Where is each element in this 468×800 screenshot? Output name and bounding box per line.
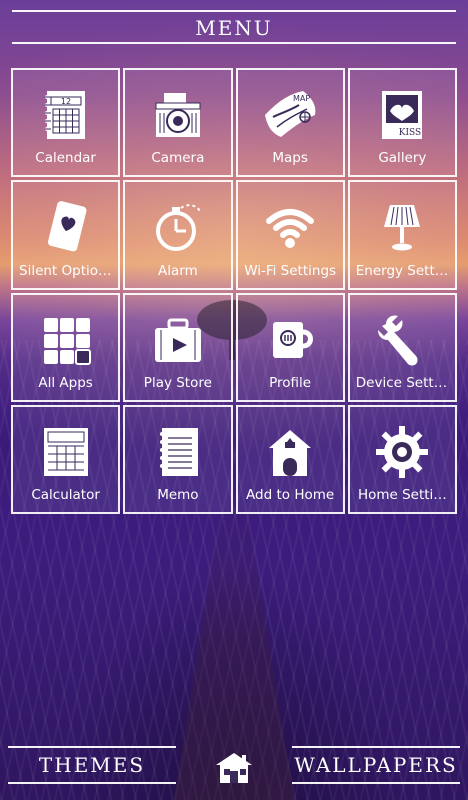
mug-icon [255,308,325,372]
tile-label: Calendar [35,150,96,167]
app-grid: 12 Calendar Camera MAP Maps KISS Gallery… [11,68,457,514]
menu-title: MENU [195,16,273,40]
tile-label: Camera [151,150,205,167]
tile-gallery[interactable]: KISS Gallery [347,68,457,178]
svg-text:MAP: MAP [293,94,310,103]
calendar-icon: 12 [31,83,101,147]
lamp-icon [367,195,437,259]
tile-maps[interactable]: MAP Maps [235,68,345,178]
tile-label: Alarm [158,262,198,279]
tile-camera[interactable]: Camera [123,68,233,178]
home-button[interactable] [211,748,257,788]
tile-home-settings[interactable]: Home Setti… [347,404,457,514]
tile-label: Calculator [31,487,100,503]
tile-add-to-home[interactable]: Add to Home [235,404,345,514]
photo-icon: KISS [367,83,437,147]
wifi-icon [255,195,325,259]
tile-all-apps[interactable]: All Apps [11,292,121,402]
tile-device-settings[interactable]: Device Setti… [347,292,457,402]
menu-top-line [12,10,456,12]
gear-icon [367,420,437,484]
tile-profile[interactable]: Profile [235,292,345,402]
notebook-icon [143,420,213,484]
calculator-icon [31,420,101,484]
wallpapers-bottom-line [292,782,460,784]
tile-label: Silent Options [19,262,113,279]
bottom-bar: THEMES WALLPAPERS [0,730,468,800]
tile-label: Home Setti… [357,487,447,503]
card-heart-icon [31,195,101,259]
apps-grid-icon [31,308,101,372]
stopwatch-icon [143,195,213,259]
tile-silent-options[interactable]: Silent Options [11,180,121,290]
suitcase-play-icon [143,308,213,372]
menu-header: MENU [0,0,468,54]
tile-label: Energy Setti… [355,262,449,279]
tile-calendar[interactable]: 12 Calendar [11,68,121,178]
tile-play-store[interactable]: Play Store [123,292,233,402]
tile-calculator[interactable]: Calculator [11,404,121,514]
house-icon [255,420,325,484]
tile-label: Device Setti… [355,374,449,391]
tile-label: Add to Home [246,487,335,503]
tile-memo[interactable]: Memo [123,404,233,514]
themes-button[interactable]: THEMES [8,748,176,782]
tile-energy-settings[interactable]: Energy Setti… [347,180,457,290]
camera-icon [143,83,213,147]
svg-text:12: 12 [61,97,71,106]
tile-label: Maps [272,150,308,167]
menu-bottom-line [12,42,456,44]
cabin-icon [212,749,256,787]
tile-label: Play Store [143,374,212,391]
tile-label: All Apps [38,374,93,391]
tile-wifi-settings[interactable]: Wi-Fi Settings [235,180,345,290]
themes-bottom-line [8,782,176,784]
wrench-icon [367,308,437,372]
tile-label: Wi-Fi Settings [244,262,337,279]
tile-label: Profile [269,374,312,391]
svg-text:KISS: KISS [399,128,421,138]
wallpapers-button[interactable]: WALLPAPERS [292,748,460,782]
tile-label: Gallery [378,150,427,167]
tile-alarm[interactable]: Alarm [123,180,233,290]
tile-label: Memo [157,487,199,503]
map-icon: MAP [255,83,325,147]
